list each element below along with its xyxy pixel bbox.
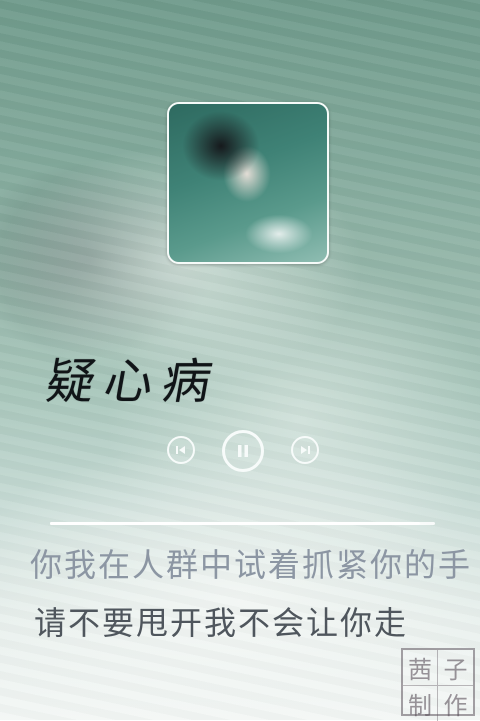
lyric-line-current: 请不要甩开我不会让你走 <box>34 604 409 642</box>
progress-fill <box>50 522 420 525</box>
seal-char: 作 <box>443 692 468 720</box>
seal-char: 茜 <box>403 650 438 686</box>
skip-previous-icon <box>175 444 187 456</box>
pause-icon <box>235 443 251 459</box>
progress-bar[interactable] <box>50 522 435 525</box>
skip-next-icon <box>299 444 311 456</box>
watermark-seal: 茜 子 制 作 <box>401 648 475 721</box>
album-cover[interactable] <box>167 102 329 264</box>
lyric-line-previous: 你我在人群中试着抓紧你的手 <box>30 546 473 584</box>
song-title: 疑心病 <box>42 354 227 410</box>
previous-button[interactable] <box>167 436 195 464</box>
next-button[interactable] <box>291 436 319 464</box>
seal-char: 制 <box>403 686 438 721</box>
seal-char: 子 <box>438 650 473 686</box>
pause-button[interactable] <box>222 430 264 472</box>
